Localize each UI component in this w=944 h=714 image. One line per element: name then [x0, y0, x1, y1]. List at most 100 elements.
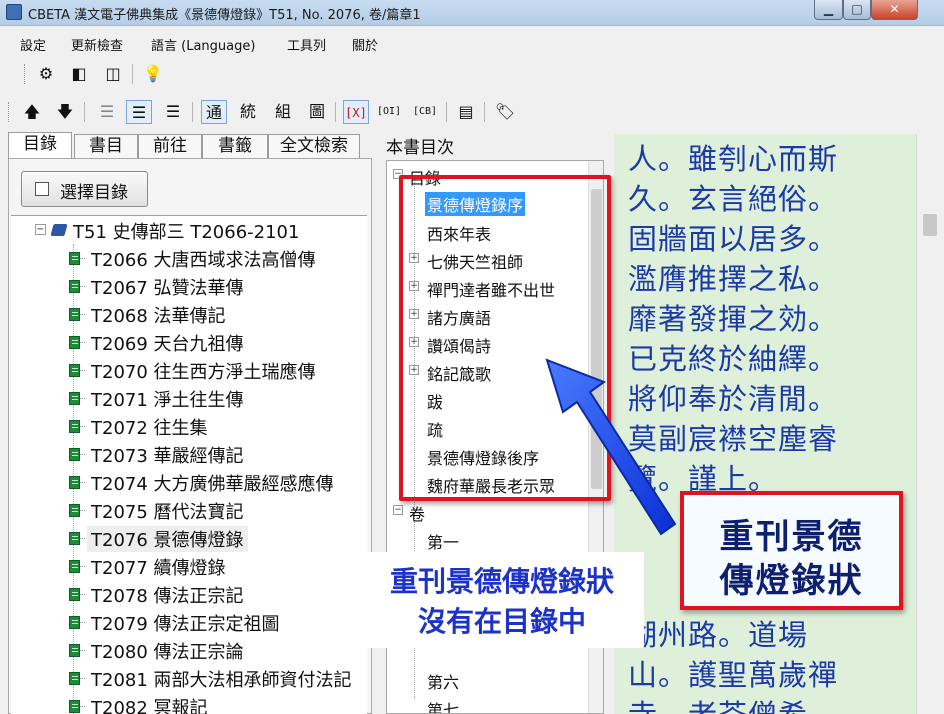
tree-node[interactable]: T2070 往生西方淨土瑞應傳: [11, 356, 367, 384]
document-icon: [69, 448, 80, 461]
layout-number-icon[interactable]: ☰: [160, 100, 186, 124]
maximize-button[interactable]: □: [843, 0, 871, 20]
close-button[interactable]: ✕: [871, 0, 918, 20]
annotation-highlight-box: [399, 175, 611, 501]
text-line: 山。護聖萬歲禪: [628, 658, 839, 692]
layout-line-icon[interactable]: ☰: [126, 100, 152, 124]
toc-juan-item[interactable]: 第一: [387, 525, 597, 553]
tree-node[interactable]: T2077 續傳燈錄: [11, 552, 367, 580]
tree-node-label: T2067 弘贊法華傳: [91, 278, 244, 299]
title-box-line1: 重刊景德: [719, 517, 864, 557]
cb-button[interactable]: [CB]: [412, 100, 438, 124]
title-box-line2: 傳燈錄狀: [719, 561, 864, 601]
annotation-title-box: 重刊景德 傳燈錄狀: [680, 491, 903, 610]
text-line: 固牆面以居多。: [628, 222, 839, 256]
tree-node[interactable]: T2075 曆代法寶記: [11, 496, 367, 524]
tree-node[interactable]: T2081 兩部大法相承師資付法記: [11, 664, 367, 692]
tree-node[interactable]: T2072 往生集: [11, 412, 367, 440]
document-icon: [69, 476, 80, 489]
document-icon: [69, 644, 80, 657]
tree-node-label: T2078 傳法正宗記: [91, 586, 244, 607]
toc-juan-item[interactable]: 第六: [387, 665, 597, 693]
tree-node[interactable]: T2066 大唐西域求法高僧傳: [11, 244, 367, 272]
zu-button[interactable]: 組: [270, 100, 296, 124]
toc-juan-item[interactable]: 第七: [387, 693, 597, 713]
catalog-tree: − T51 史傳部三 T2066-2101 T2066 大唐西域求法高僧傳 T20…: [11, 215, 367, 714]
reading-scrollbar[interactable]: [916, 134, 944, 714]
tab-catalog[interactable]: 目錄: [8, 132, 72, 158]
toolbar-separator: [84, 102, 85, 122]
menu-language[interactable]: 語言 (Language): [151, 35, 255, 54]
tree-node-label: T2079 傳法正宗定祖圖: [91, 614, 280, 635]
tree-node[interactable]: T2071 淨土往生傳: [11, 384, 367, 412]
tab-fulltext-search[interactable]: 全文檢索: [268, 134, 360, 158]
x-mark-button[interactable]: [X]: [343, 100, 369, 124]
collapse-icon[interactable]: −: [393, 505, 403, 515]
tong2-button[interactable]: 統: [235, 100, 261, 124]
tree-node[interactable]: T2080 傳法正宗論: [11, 636, 367, 664]
arrow-down-icon[interactable]: 🡇: [52, 100, 78, 124]
text-line: 將仰奉於清閒。: [628, 382, 839, 416]
select-catalog-button[interactable]: 選擇目錄: [21, 171, 148, 207]
tree-node[interactable]: T2074 大方廣佛華嚴經感應傳: [11, 468, 367, 496]
menu-about[interactable]: 關於: [352, 35, 378, 54]
document-icon: [69, 616, 80, 629]
app-window: CBETA 漢文電子佛典集成《景德傳燈錄》T51, No. 2076, 卷/篇章…: [0, 0, 944, 714]
toolbar-grip: [24, 64, 27, 84]
tree-node[interactable]: T2069 天台九祖傳: [11, 328, 367, 356]
toc-title: 本書目次: [386, 138, 454, 158]
tree-node[interactable]: T2079 傳法正宗定祖圖: [11, 608, 367, 636]
tree-node-root[interactable]: − T51 史傳部三 T2066-2101: [11, 216, 367, 244]
lightbulb-icon[interactable]: 💡: [140, 62, 166, 86]
callout-line1: 重刊景德傳燈錄狀: [389, 565, 614, 598]
tong-button[interactable]: 通: [201, 100, 227, 124]
annotation-callout: 重刊景德傳燈錄狀 沒有在目錄中: [360, 552, 644, 648]
toolbar-separator: [335, 102, 336, 122]
tree-node-label: T51 史傳部三 T2066-2101: [73, 222, 300, 243]
gear-icon[interactable]: ⚙: [33, 62, 59, 86]
panel-left-icon[interactable]: ◧: [66, 62, 92, 86]
toolbar-separator: [446, 102, 447, 122]
panel-split-icon[interactable]: ◫: [100, 62, 126, 86]
tree-node-label: T2072 往生集: [91, 418, 208, 439]
document-icon: [69, 364, 80, 377]
tu-button[interactable]: 圖: [304, 100, 330, 124]
tree-node-label: T2069 天台九祖傳: [91, 334, 244, 355]
document-icon[interactable]: ▤: [453, 100, 479, 124]
toolbar-grip: [8, 102, 11, 122]
tab-goto[interactable]: 前往: [138, 134, 202, 158]
toc-group-juan[interactable]: − 卷: [387, 497, 597, 525]
menu-bar: 設定 更新檢查 語言 (Language) 工具列 關於: [0, 30, 944, 56]
tab-bookmarks[interactable]: 書籤: [202, 134, 268, 158]
minimize-button[interactable]: ▁: [814, 0, 843, 20]
document-icon: [69, 308, 80, 321]
tree-node[interactable]: T2078 傳法正宗記: [11, 580, 367, 608]
tree-node-label: T2076 景德傳燈錄: [87, 526, 248, 552]
toc-juan-label: 第一: [427, 533, 460, 552]
tree-node-label: T2073 華嚴經傳記: [91, 446, 244, 467]
tree-node[interactable]: T2082 冥報記: [11, 692, 367, 714]
tree-node[interactable]: T2073 華嚴經傳記: [11, 440, 367, 468]
layout-plain-icon[interactable]: ☰: [94, 100, 120, 124]
left-tabs: 目錄 書目 前往 書籤 全文檢索: [8, 132, 364, 158]
document-icon: [69, 420, 80, 433]
text-line: 靡著發揮之効。: [628, 302, 839, 336]
document-icon: [69, 280, 80, 293]
menu-toolbar[interactable]: 工具列: [287, 35, 326, 54]
collapse-icon[interactable]: −: [35, 224, 46, 235]
tag-add-icon[interactable]: 🏷: [492, 100, 518, 124]
tree-node[interactable]: T2067 弘贊法華傳: [11, 272, 367, 300]
tab-bibliography[interactable]: 書目: [74, 134, 138, 158]
toolbar-separator: [132, 64, 133, 84]
toolbar-separator: [192, 102, 193, 122]
menu-update-check[interactable]: 更新檢查: [71, 35, 123, 54]
scrollbar-thumb[interactable]: [923, 214, 937, 236]
text-line: 莫副宸襟空塵睿: [628, 422, 839, 456]
text-line: 久。玄言絕俗。: [628, 182, 839, 216]
arrow-up-icon[interactable]: 🡅: [19, 100, 45, 124]
window-title: CBETA 漢文電子佛典集成《景德傳燈錄》T51, No. 2076, 卷/篇章…: [28, 8, 421, 23]
tree-node[interactable]: T2076 景德傳燈錄: [11, 524, 367, 552]
tree-node[interactable]: T2068 法華傳記: [11, 300, 367, 328]
oi-button[interactable]: [OI]: [376, 100, 402, 124]
menu-settings[interactable]: 設定: [20, 35, 46, 54]
